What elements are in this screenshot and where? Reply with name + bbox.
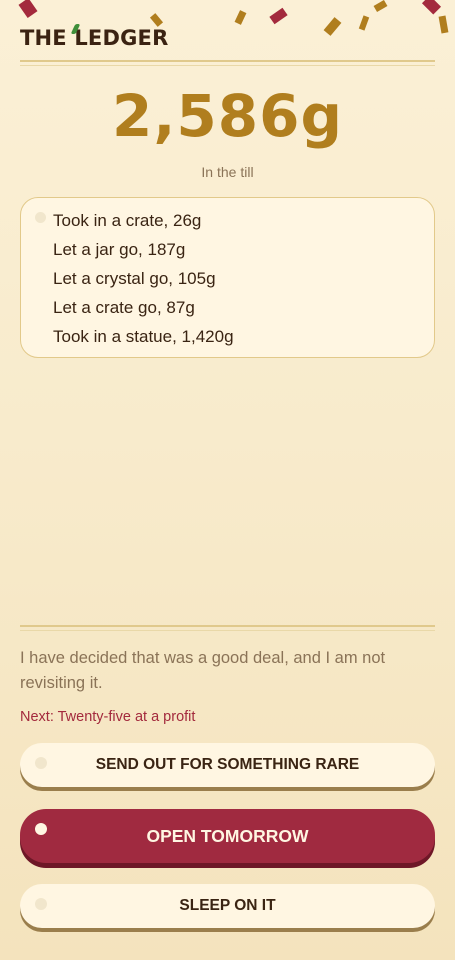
log-entry: Took in a crate, 26g xyxy=(53,211,202,230)
confetti-piece xyxy=(421,0,442,15)
balance-label: In the till xyxy=(201,164,254,180)
header-divider xyxy=(20,60,435,66)
button-dot-icon xyxy=(35,898,47,910)
button-dot-icon xyxy=(35,757,47,769)
log-entry: Let a jar go, 187g xyxy=(53,240,186,259)
next-goal: Next: Twenty-five at a profit xyxy=(20,709,196,725)
sleep-on-it-label: SLEEP ON IT xyxy=(179,897,276,914)
confetti-piece xyxy=(373,0,388,13)
log-entry: Let a crystal go, 105g xyxy=(53,269,216,288)
log-entry: Let a crate go, 87g xyxy=(53,298,195,317)
confetti-piece xyxy=(18,0,38,18)
confetti-piece xyxy=(269,7,288,25)
logo-text: THE LEDGER xyxy=(20,26,169,50)
transaction-log: Took in a crate, 26g Let a jar go, 187g … xyxy=(20,197,435,358)
open-tomorrow-label: OPEN TOMORROW xyxy=(146,825,309,846)
sleep-on-it-button[interactable]: SLEEP ON IT xyxy=(20,884,435,928)
log-entry: Took in a statue, 1,420g xyxy=(53,327,234,346)
footer-divider xyxy=(20,625,435,631)
balance-amount: 2,586g xyxy=(112,82,343,150)
narration-text: I have decided that was a good deal, and… xyxy=(20,649,386,692)
confetti-piece xyxy=(438,15,449,34)
app-logo: THE LEDGER xyxy=(20,24,169,50)
confetti-piece xyxy=(234,10,247,25)
open-tomorrow-button[interactable]: OPEN TOMORROW xyxy=(20,809,435,863)
confetti-piece xyxy=(149,13,164,27)
log-dot-icon xyxy=(35,212,46,223)
header: THE LEDGER xyxy=(20,24,435,50)
send-out-label: SEND OUT FOR SOMETHING RARE xyxy=(95,756,360,773)
button-dot-icon xyxy=(35,823,47,835)
send-out-button[interactable]: SEND OUT FOR SOMETHING RARE xyxy=(20,743,435,787)
